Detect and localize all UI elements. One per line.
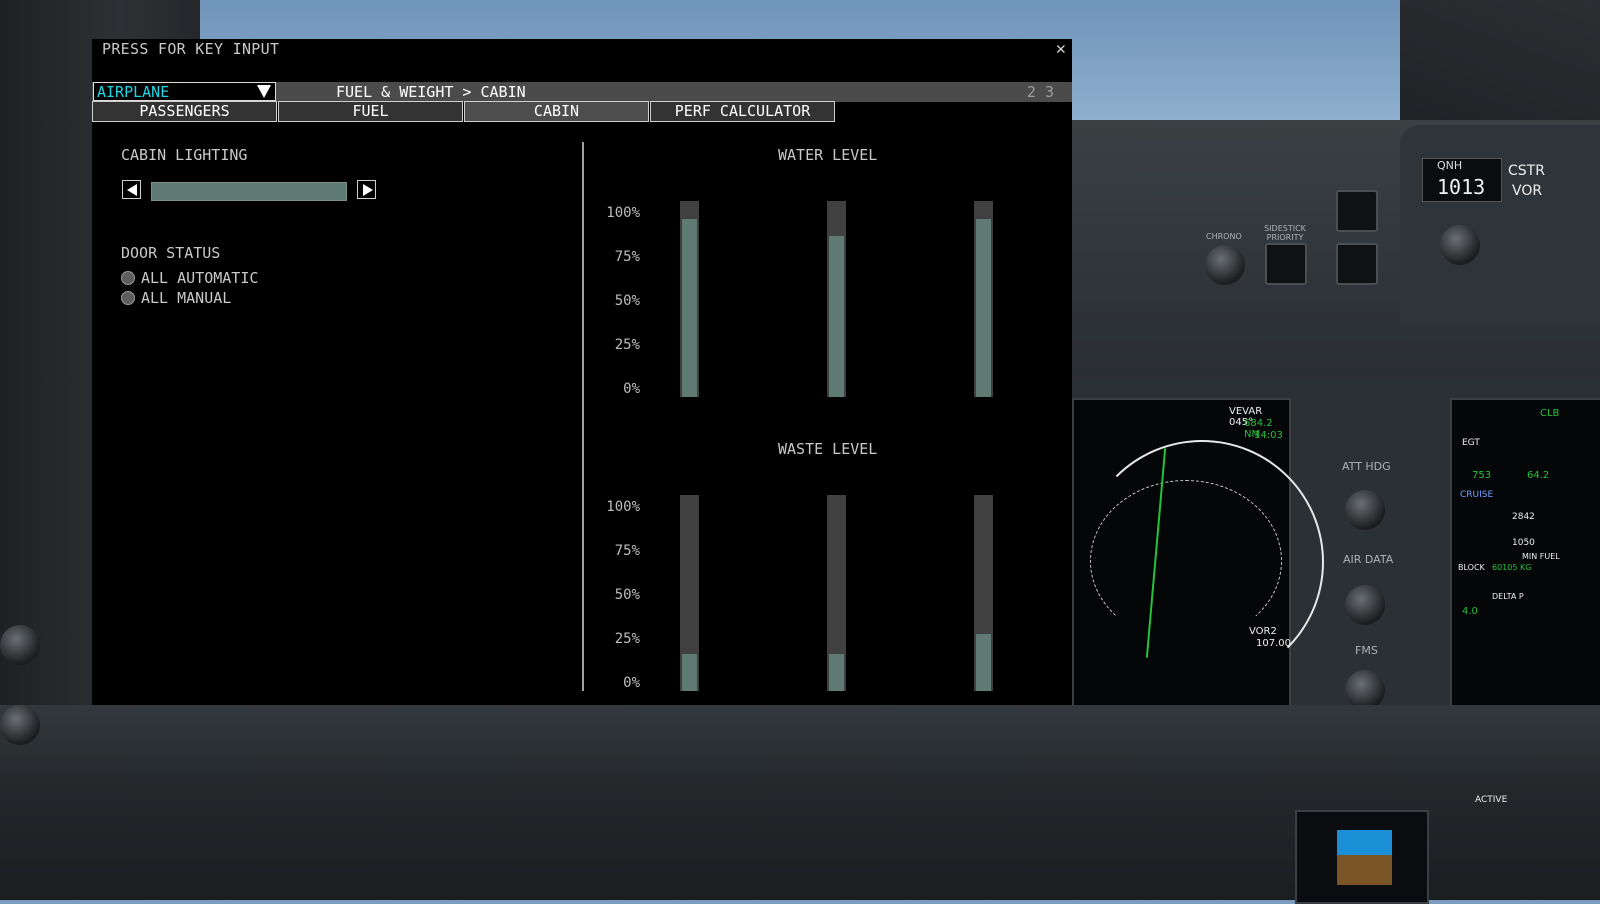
panel-lt-knob bbox=[0, 625, 40, 665]
sidestick-priority-button bbox=[1265, 243, 1307, 285]
pfd-ground bbox=[1337, 855, 1392, 885]
close-icon[interactable]: ✕ bbox=[1056, 39, 1066, 59]
gauge-fill bbox=[829, 653, 844, 691]
ed-delta-p: DELTA P bbox=[1492, 592, 1524, 601]
chrono-knob bbox=[1205, 245, 1245, 285]
axis-tick: 50% bbox=[614, 293, 640, 309]
cabin-lighting-slider[interactable] bbox=[151, 182, 347, 201]
vor-button-label: VOR bbox=[1512, 183, 1543, 199]
axis-tick: 25% bbox=[614, 631, 640, 647]
triangle-left-icon bbox=[127, 184, 137, 196]
door-status-label: DOOR STATUS bbox=[121, 244, 221, 262]
lighting-increase-button[interactable] bbox=[357, 180, 376, 199]
pfd-sky bbox=[1337, 830, 1392, 855]
chrono-label: CHRONO bbox=[1206, 232, 1242, 241]
primary-flight-display bbox=[1295, 810, 1429, 904]
waste-level-title: WASTE LEVEL bbox=[778, 440, 878, 458]
fms-label: FMS bbox=[1355, 644, 1378, 657]
qnh-display: QNH 1013 bbox=[1422, 158, 1502, 202]
cstr-button-label: CSTR bbox=[1508, 163, 1545, 179]
axis-tick: 0% bbox=[623, 381, 640, 397]
qnh-label: QNH bbox=[1437, 159, 1463, 172]
panel-button-lower bbox=[1336, 243, 1378, 285]
column-divider bbox=[582, 142, 584, 691]
triangle-down-icon bbox=[257, 85, 271, 98]
gauge-fill bbox=[682, 218, 697, 397]
water-tank-1-gauge[interactable] bbox=[680, 201, 699, 397]
axis-tick: 50% bbox=[614, 587, 640, 603]
ed-fuel1: 2842 bbox=[1512, 512, 1535, 522]
ed-block: BLOCK bbox=[1458, 563, 1485, 572]
panel-button-upper bbox=[1336, 190, 1378, 232]
cabin-lighting-label: CABIN LIGHTING bbox=[121, 146, 248, 164]
att-hdg-label: ATT HDG bbox=[1342, 460, 1391, 473]
axis-tick: 100% bbox=[606, 205, 640, 221]
waste-tank-1-gauge[interactable] bbox=[680, 495, 699, 691]
fms-active-label: ACTIVE bbox=[1475, 795, 1508, 805]
ed-egt: EGT bbox=[1462, 438, 1480, 448]
air-data-knob bbox=[1345, 585, 1385, 625]
ed-block-val: 60105 KG bbox=[1492, 563, 1532, 572]
door-option-all-automatic[interactable]: ALL AUTOMATIC bbox=[121, 269, 258, 287]
tab-bar: PASSENGERS FUEL CABIN PERF CALCULATOR bbox=[92, 101, 836, 122]
waste-tank-2-gauge[interactable] bbox=[827, 495, 846, 691]
engine-display: CLB EGT 753 64.2 CRUISE 2842 1050 MIN FU… bbox=[1450, 398, 1600, 732]
water-tank-2-gauge[interactable] bbox=[827, 201, 846, 397]
waste-tank-3-gauge[interactable] bbox=[974, 495, 993, 691]
page-indicator: 2 3 bbox=[1026, 83, 1054, 101]
radio-label: ALL AUTOMATIC bbox=[141, 269, 259, 287]
gauge-fill bbox=[976, 218, 991, 397]
gauge-fill bbox=[682, 653, 697, 691]
fuel-weight-dialog: PRESS FOR KEY INPUT ✕ AIRPLANE FUEL & WE… bbox=[92, 39, 1072, 705]
cockpit-right-pillar bbox=[1400, 0, 1600, 140]
axis-tick: 75% bbox=[614, 543, 640, 559]
ed-egt-val: 753 bbox=[1472, 470, 1492, 481]
console-lt-knob bbox=[0, 705, 40, 745]
door-option-all-manual[interactable]: ALL MANUAL bbox=[121, 289, 231, 307]
aircraft-category-dropdown[interactable]: AIRPLANE bbox=[93, 82, 276, 101]
fcu-knob bbox=[1440, 225, 1480, 265]
air-data-label: AIR DATA bbox=[1343, 553, 1394, 566]
dialog-title[interactable]: PRESS FOR KEY INPUT bbox=[102, 39, 279, 59]
radio-label: ALL MANUAL bbox=[141, 289, 232, 307]
radio-icon[interactable] bbox=[121, 271, 135, 285]
fms-knob bbox=[1345, 670, 1385, 710]
radio-icon[interactable] bbox=[121, 291, 135, 305]
ed-min-fuel: MIN FUEL bbox=[1522, 552, 1560, 561]
tab-fuel[interactable]: FUEL bbox=[278, 101, 463, 122]
ed-psi: 4.0 bbox=[1462, 606, 1478, 617]
tab-cabin[interactable]: CABIN bbox=[464, 101, 649, 122]
lighting-decrease-button[interactable] bbox=[122, 180, 141, 199]
att-hdg-knob bbox=[1345, 490, 1385, 530]
axis-tick: 75% bbox=[614, 249, 640, 265]
nd-time: 14:03 bbox=[1254, 430, 1283, 441]
triangle-right-icon bbox=[363, 184, 373, 196]
ed-clb: CLB bbox=[1540, 408, 1560, 419]
water-level-title: WATER LEVEL bbox=[778, 146, 878, 164]
nd-range-ring bbox=[1090, 480, 1282, 642]
ed-fuel2: 1050 bbox=[1512, 538, 1535, 548]
axis-tick: 0% bbox=[623, 675, 640, 691]
axis-tick: 100% bbox=[606, 499, 640, 515]
gauge-fill bbox=[829, 236, 844, 397]
qnh-value: 1013 bbox=[1437, 175, 1486, 199]
ed-cruise: CRUISE bbox=[1460, 490, 1494, 500]
tab-passengers[interactable]: PASSENGERS bbox=[92, 101, 277, 122]
water-tank-3-gauge[interactable] bbox=[974, 201, 993, 397]
sidestick-label: SIDESTICK PRIORITY bbox=[1264, 224, 1306, 242]
axis-tick: 25% bbox=[614, 337, 640, 353]
breadcrumb: FUEL & WEIGHT > CABIN bbox=[336, 83, 526, 101]
tab-perf-calculator[interactable]: PERF CALCULATOR bbox=[650, 101, 835, 122]
gauge-fill bbox=[976, 634, 991, 691]
ed-n1: 64.2 bbox=[1527, 470, 1550, 481]
fcu-panel bbox=[1400, 125, 1600, 325]
dropdown-value: AIRPLANE bbox=[97, 83, 170, 101]
